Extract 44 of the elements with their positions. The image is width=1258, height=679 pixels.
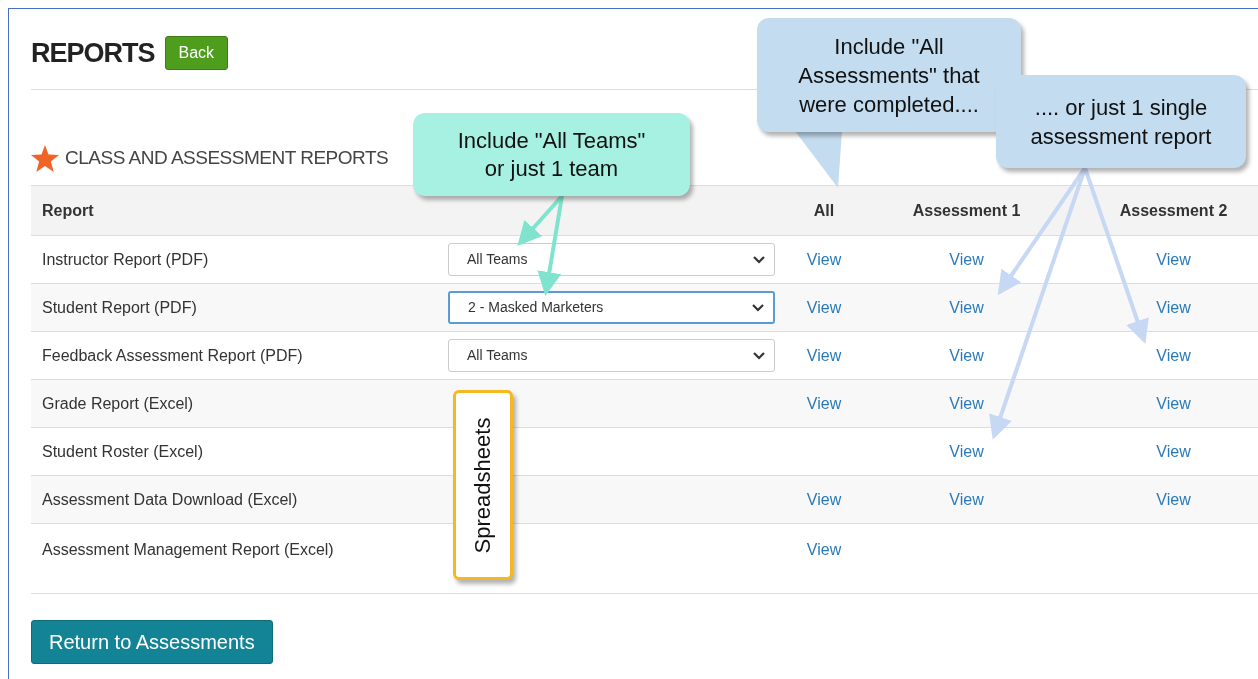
callout-text: Spreadsheets <box>469 417 497 553</box>
view-link[interactable]: View <box>806 541 842 558</box>
view-link[interactable]: View <box>949 394 984 412</box>
view-link[interactable]: View <box>1156 394 1191 412</box>
chevron-down-icon <box>752 350 766 361</box>
callout: Include "All Teams" or just 1 team <box>413 113 690 196</box>
report-name: Feedback Assessment Report (PDF) <box>31 331 436 380</box>
page-title: REPORTS <box>31 37 155 70</box>
column-header: Assessment 1 <box>857 185 1076 236</box>
view-link[interactable]: View <box>949 490 984 508</box>
callout: .... or just 1 single assessment report <box>996 75 1246 168</box>
column-header: Assessment 2 <box>1076 185 1258 236</box>
chevron-down-icon <box>751 302 765 313</box>
view-link[interactable]: View <box>806 298 842 316</box>
view-link[interactable]: View <box>1156 298 1191 316</box>
view-link[interactable]: View <box>806 250 842 268</box>
team-select[interactable]: 2 - Masked Marketers <box>448 291 775 324</box>
report-name: Assessment Data Download (Excel) <box>31 475 436 524</box>
chevron-down-icon <box>752 254 766 265</box>
view-link[interactable]: View <box>1156 490 1191 508</box>
report-name: Assessment Management Report (Excel) <box>31 523 436 594</box>
report-name: Grade Report (Excel) <box>31 379 436 428</box>
view-link[interactable]: View <box>806 490 842 508</box>
view-link[interactable]: View <box>806 394 842 412</box>
callout: Include "All Assessments" that were completed.... <box>757 18 1021 132</box>
view-link[interactable]: View <box>949 346 984 364</box>
view-link[interactable]: View <box>1156 250 1191 268</box>
view-link[interactable]: View <box>949 298 984 316</box>
star-icon <box>31 144 59 172</box>
back-button[interactable]: Back <box>164 36 229 70</box>
view-link[interactable]: View <box>1156 442 1191 460</box>
section-title: CLASS AND ASSESSMENT REPORTS <box>65 146 389 170</box>
view-link[interactable]: View <box>949 442 984 460</box>
view-link[interactable]: View <box>1156 346 1191 364</box>
column-header: All <box>791 185 857 236</box>
report-name: Student Roster (Excel) <box>31 427 436 476</box>
team-select[interactable]: All Teams <box>448 339 775 372</box>
team-select[interactable]: All Teams <box>448 243 775 276</box>
report-name: Student Report (PDF) <box>31 283 436 332</box>
callout-tail <box>795 131 842 188</box>
view-link[interactable]: View <box>806 346 842 364</box>
report-name: Instructor Report (PDF) <box>31 235 436 284</box>
view-link[interactable]: View <box>949 250 984 268</box>
return-button[interactable]: Return to Assessments <box>31 620 273 664</box>
